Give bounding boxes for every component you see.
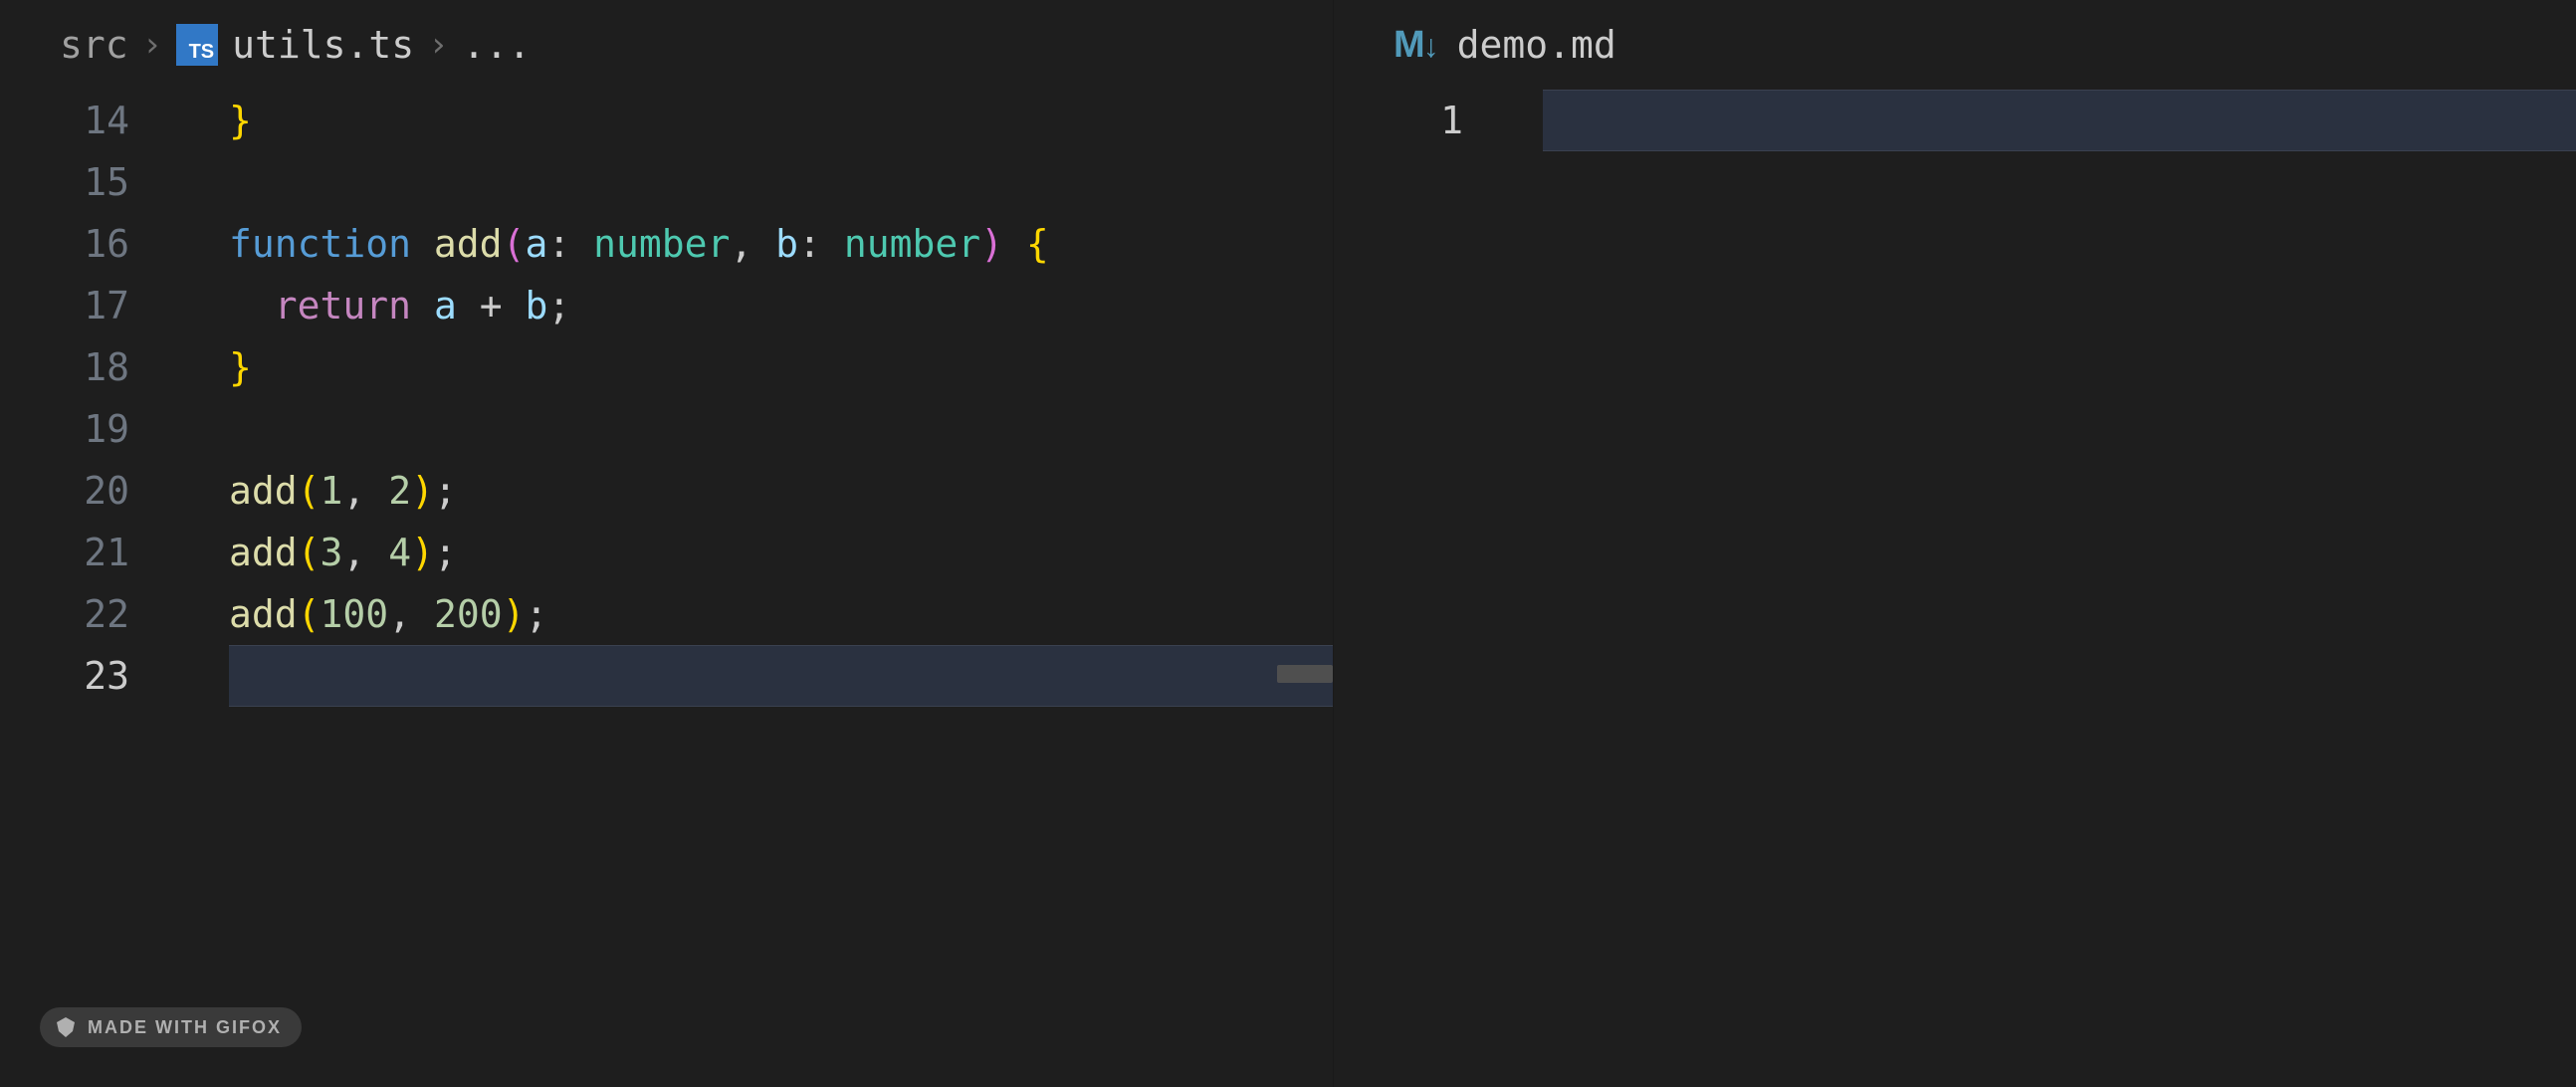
line-number[interactable]: 20 [0,460,129,522]
code-line[interactable]: add(100, 200); [179,583,1333,645]
code-line[interactable]: } [179,90,1333,151]
line-number[interactable]: 19 [0,398,129,460]
chevron-right-icon: › [142,25,162,65]
editor-pane-right: M↓ demo.md 1 [1334,0,2576,1087]
breadcrumb-folder[interactable]: src [60,23,128,67]
gifox-watermark: MADE WITH GIFOX [40,1007,302,1047]
breadcrumb[interactable]: M↓ demo.md [1334,0,2576,90]
code-line[interactable]: return a + b; [179,275,1333,336]
code-line[interactable] [179,151,1333,213]
code-line[interactable]: add(3, 4); [179,522,1333,583]
code-area[interactable] [1513,90,2576,1087]
code-line[interactable] [179,398,1333,460]
line-number[interactable]: 23 [0,645,129,707]
watermark-label: MADE WITH GIFOX [88,1017,282,1038]
code-line[interactable]: add(1, 2); [179,460,1333,522]
current-line-highlight [1543,90,2576,151]
line-number[interactable]: 14 [0,90,129,151]
breadcrumb-symbol[interactable]: ... [463,23,532,67]
fox-icon [54,1015,78,1039]
line-number[interactable]: 22 [0,583,129,645]
code-area[interactable]: } function add(a: number, b: number) { re… [179,90,1333,1087]
line-number[interactable]: 1 [1334,90,1463,151]
line-number[interactable]: 18 [0,336,129,398]
code-line[interactable]: } [179,336,1333,398]
scrollbar-thumb[interactable] [1277,665,1333,683]
chevron-right-icon: › [428,25,448,65]
breadcrumb-file[interactable]: demo.md [1457,23,1616,67]
markdown-icon: M↓ [1394,24,1437,67]
line-number-gutter[interactable]: 14151617181920212223 [0,90,179,1087]
breadcrumb[interactable]: src › TS utils.ts › ... [0,0,1333,90]
editor-pane-left: src › TS utils.ts › ... 1415161718192021… [0,0,1334,1087]
typescript-icon: TS [176,24,218,66]
line-number[interactable]: 17 [0,275,129,336]
code-line[interactable] [179,645,1333,707]
code-line[interactable]: function add(a: number, b: number) { [179,213,1333,275]
current-line-highlight [229,645,1333,707]
editor-body-left[interactable]: 14151617181920212223 } function add(a: nu… [0,90,1333,1087]
line-number[interactable]: 21 [0,522,129,583]
line-number[interactable]: 16 [0,213,129,275]
line-number-gutter[interactable]: 1 [1334,90,1513,1087]
line-number[interactable]: 15 [0,151,129,213]
editor-body-right[interactable]: 1 [1334,90,2576,1087]
breadcrumb-file[interactable]: utils.ts [232,23,414,67]
